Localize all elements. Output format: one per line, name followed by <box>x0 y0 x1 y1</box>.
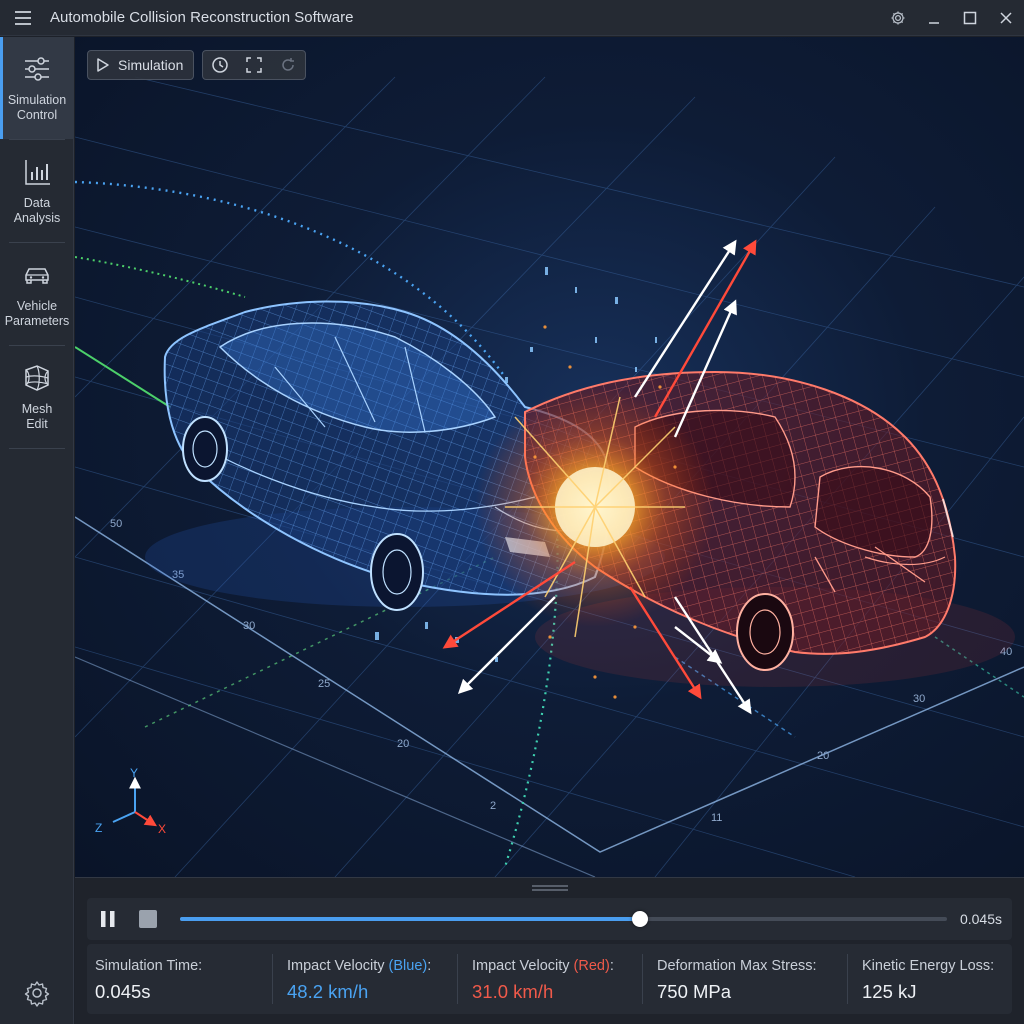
collision-scene: 50 35 30 25 20 2 40 30 20 11 Y Z X <box>75 76 1024 877</box>
maximize-icon[interactable] <box>952 0 988 36</box>
refresh-icon[interactable] <box>271 51 305 79</box>
resize-handle[interactable] <box>531 884 569 892</box>
stat-value: 750 MPa <box>657 981 732 1002</box>
grid-label: 50 <box>110 518 122 530</box>
sliders-icon <box>25 57 49 81</box>
playback-bar: 0.045s <box>87 898 1012 940</box>
viewport-toolbar: Simulation <box>87 50 307 80</box>
grid-label: 30 <box>243 620 255 632</box>
grid-label: 2 <box>490 800 496 812</box>
simulation-viewport[interactable]: 50 35 30 25 20 2 40 30 20 11 Y Z X Simul… <box>75 37 1024 877</box>
grid-label: 20 <box>397 738 409 750</box>
stat-value: 125 kJ <box>862 981 917 1002</box>
stat-label: Simulation Time: <box>95 958 203 974</box>
stat-value: 48.2 km/h <box>287 981 369 1002</box>
stat-deformation-max-stress: Deformation Max Stress: 750 MPa <box>642 944 847 1014</box>
stat-value: 31.0 km/h <box>472 981 554 1002</box>
mesh-icon <box>25 365 49 391</box>
axis-gizmo: Y Z X <box>95 766 166 836</box>
grid-label: 30 <box>913 693 925 705</box>
menu-icon[interactable] <box>0 0 46 36</box>
sidebar-item-label: Data Analysis <box>13 196 61 225</box>
sidebar-item-label: Simulation Control <box>7 93 67 122</box>
green-trajectory <box>75 256 246 298</box>
timeline-thumb[interactable] <box>632 911 649 927</box>
axis-z-label: Z <box>95 821 102 835</box>
stat-kinetic-energy-loss: Kinetic Energy Loss: 125 kJ <box>847 944 1012 1014</box>
gear-icon[interactable] <box>880 0 916 36</box>
sidebar-item-label: Vehicle Parameters <box>4 299 70 328</box>
simulation-button-label: Simulation <box>118 57 184 73</box>
timeline-slider[interactable] <box>180 911 947 927</box>
axis-y-label: Y <box>130 766 138 780</box>
stat-label: Kinetic Energy Loss: <box>862 958 995 974</box>
stat-impact-velocity-red: Impact Velocity (Red): 31.0 km/h <box>457 944 642 1014</box>
sidebar: Simulation Control Data Analysis Vehicle… <box>0 37 74 1024</box>
stat-label: Deformation Max Stress: <box>657 958 817 974</box>
minimize-icon[interactable] <box>916 0 952 36</box>
fullscreen-icon[interactable] <box>237 51 271 79</box>
app-window: Automobile Collision Reconstruction Soft… <box>0 0 1024 1024</box>
stat-label: Impact Velocity (Red): <box>472 958 614 974</box>
current-time-readout: 0.045s <box>959 911 1002 927</box>
sidebar-item-data-analysis[interactable]: Data Analysis <box>0 140 74 242</box>
play-icon <box>97 58 109 72</box>
clock-icon[interactable] <box>203 51 237 79</box>
stop-icon[interactable] <box>139 910 157 928</box>
stat-value: 0.045s <box>95 981 151 1002</box>
pause-icon[interactable] <box>97 908 119 930</box>
grid-label: 20 <box>817 750 829 762</box>
stat-simulation-time: Simulation Time: 0.045s <box>87 944 272 1014</box>
results-summary: Simulation Time: 0.045s Impact Velocity … <box>87 944 1012 1014</box>
sidebar-item-label: Mesh Edit <box>21 402 53 431</box>
timeline-progress <box>180 917 641 921</box>
sidebar-item-mesh-edit[interactable]: Mesh Edit <box>0 346 74 448</box>
grid-label: 11 <box>711 812 722 824</box>
sidebar-item-vehicle-parameters[interactable]: Vehicle Parameters <box>0 243 74 345</box>
title-bar: Automobile Collision Reconstruction Soft… <box>0 0 1024 36</box>
stat-impact-velocity-blue: Impact Velocity (Blue): 48.2 km/h <box>272 944 457 1014</box>
close-icon[interactable] <box>988 0 1024 36</box>
car-icon <box>25 268 49 284</box>
sidebar-item-simulation-control[interactable]: Simulation Control <box>0 37 74 139</box>
divider <box>8 448 65 449</box>
view-tools-group <box>202 50 307 80</box>
simulation-button[interactable]: Simulation <box>87 50 195 80</box>
app-title: Automobile Collision Reconstruction Soft… <box>50 9 354 26</box>
axis-x-label: X <box>158 822 166 836</box>
bar-chart-icon <box>25 160 50 185</box>
gear-icon[interactable] <box>22 978 52 1008</box>
grid-label: 25 <box>318 678 330 690</box>
playback-panel: 0.045s Simulation Time: 0.045s Impact Ve… <box>75 877 1024 1024</box>
stat-label: Impact Velocity (Blue): <box>287 958 432 974</box>
